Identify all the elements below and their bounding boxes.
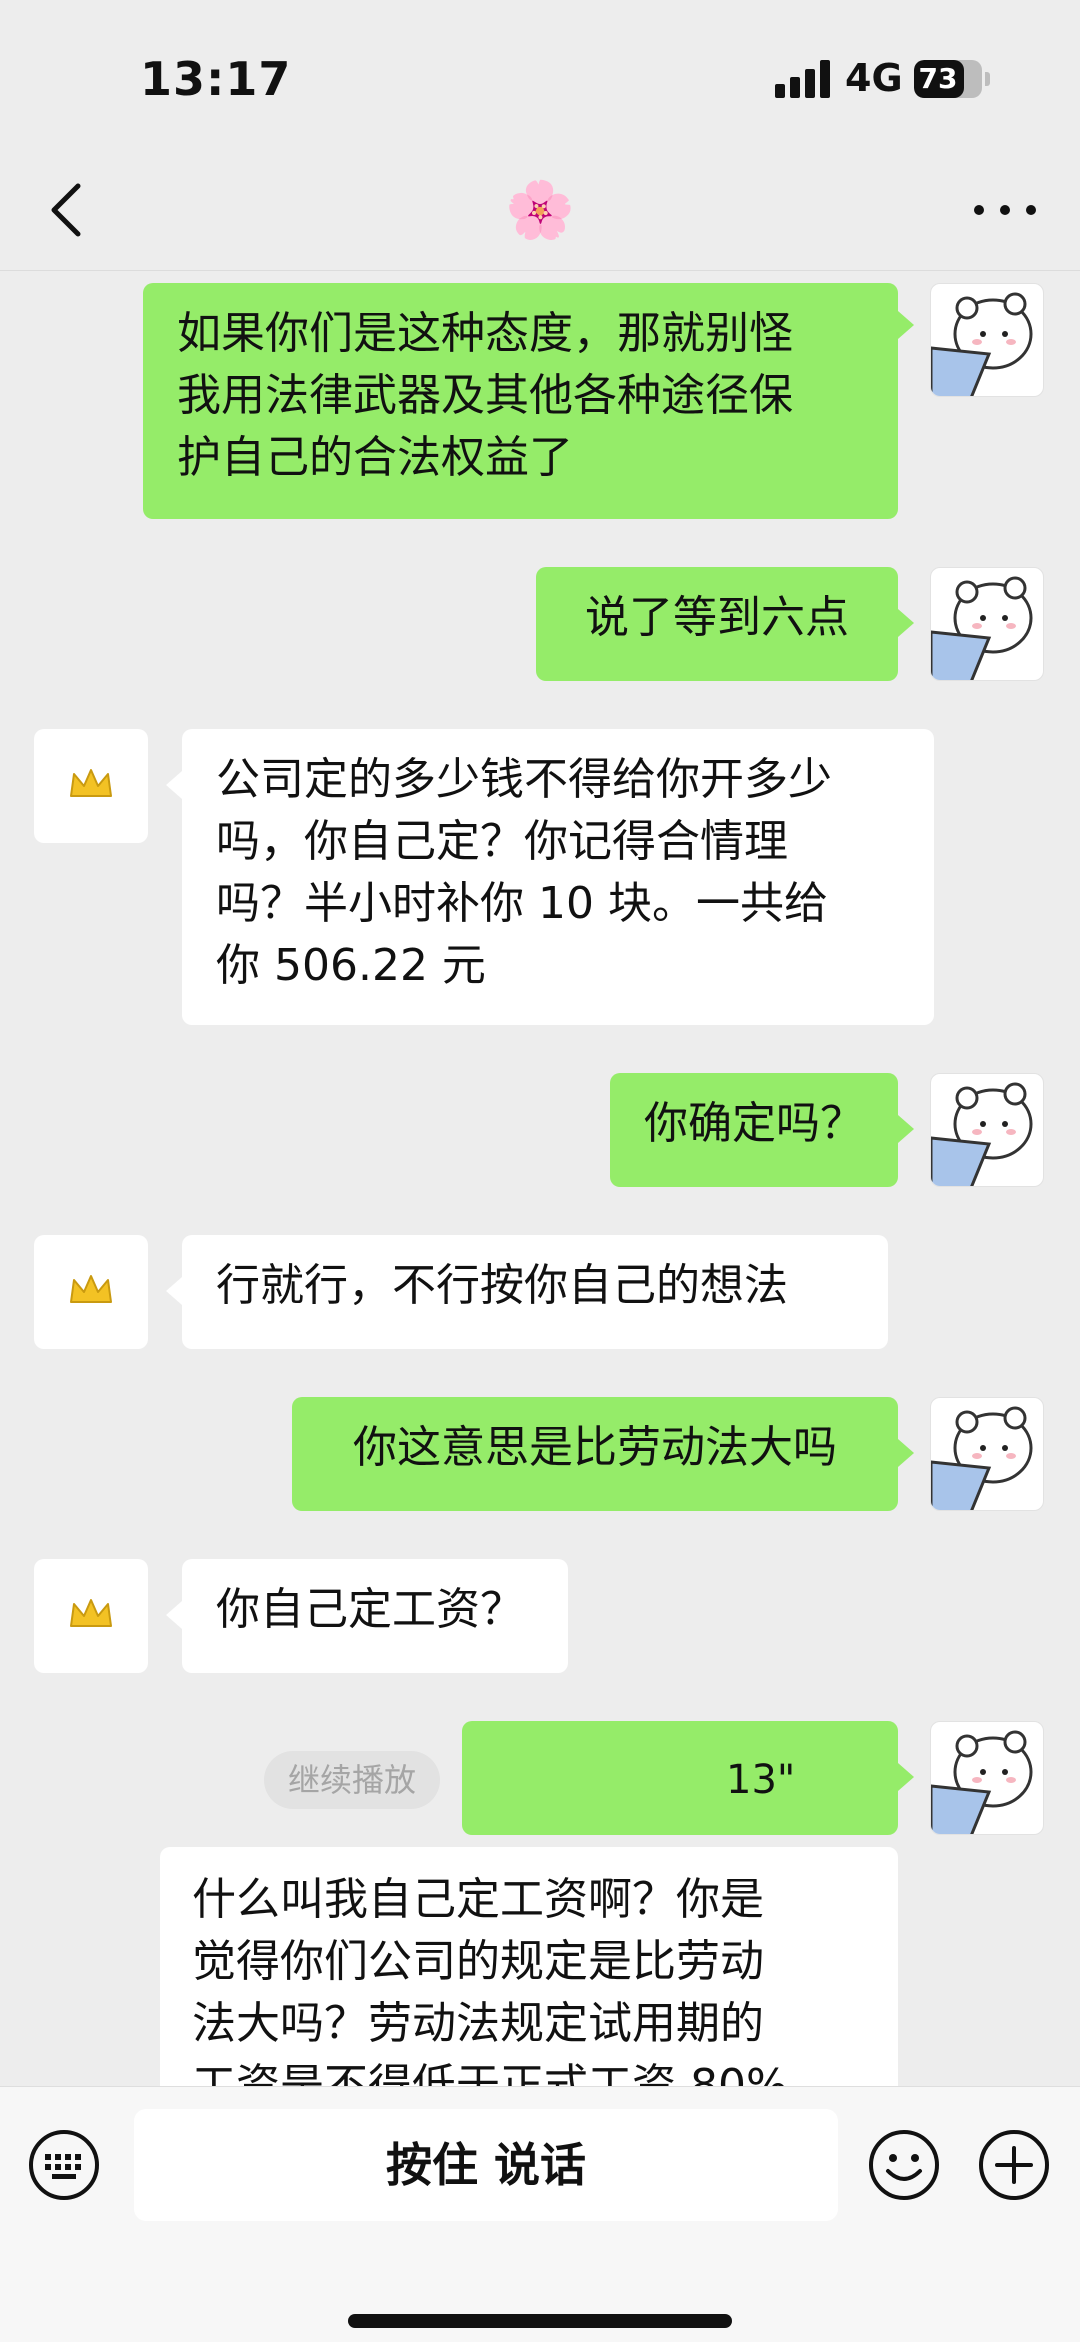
- message-list[interactable]: 如果你们是这种态度，那就别怪 我用法律武器及其他各种途径保 护自己的合法权益了 …: [0, 271, 1080, 2086]
- message-bubble-received[interactable]: 你自己定工资？: [182, 1559, 568, 1673]
- contact-avatar[interactable]: [34, 1559, 148, 1673]
- bubble-tail: [898, 1439, 914, 1467]
- my-avatar[interactable]: [930, 567, 1044, 681]
- status-time: 13:17: [140, 52, 292, 106]
- message-bubble-received[interactable]: 行就行，不行按你自己的想法: [182, 1235, 888, 1349]
- crown-icon: [68, 766, 114, 806]
- back-arrow-icon[interactable]: [44, 180, 94, 240]
- status-bar: 13:17 4G 73: [0, 0, 1080, 150]
- hold-to-talk-button[interactable]: 按住 说话: [134, 2109, 838, 2221]
- contact-avatar[interactable]: [34, 729, 148, 843]
- crown-icon: [68, 1596, 114, 1636]
- home-indicator: [348, 2314, 732, 2328]
- voice-transcript-bubble[interactable]: 什么叫我自己定工资啊？你是 觉得你们公司的规定是比劳动 法大吗？劳动法规定试用期…: [160, 1847, 898, 2086]
- voice-duration: 13": [726, 1757, 796, 1803]
- emoji-icon[interactable]: [868, 2129, 940, 2201]
- more-icon[interactable]: [970, 190, 1040, 230]
- plus-icon[interactable]: [978, 2129, 1050, 2201]
- message-bubble-sent[interactable]: 你确定吗？: [610, 1073, 898, 1187]
- bubble-tail: [898, 1763, 914, 1791]
- bubble-tail: [166, 1601, 182, 1629]
- message-bubble-received[interactable]: 公司定的多少钱不得给你开多少 吗，你自己定？你记得合情理 吗？半小时补你 10 …: [182, 729, 934, 1025]
- bubble-tail: [898, 1115, 914, 1143]
- message-bubble-sent[interactable]: 你这意思是比劳动法大吗: [292, 1397, 898, 1511]
- continue-playing-button[interactable]: 继续播放: [264, 1751, 440, 1809]
- bubble-tail: [166, 771, 182, 799]
- my-avatar[interactable]: [930, 1073, 1044, 1187]
- message-bubble-sent[interactable]: 如果你们是这种态度，那就别怪 我用法律武器及其他各种途径保 护自己的合法权益了: [143, 283, 898, 519]
- battery-tip: [985, 72, 990, 86]
- chat-header: 🌸: [0, 150, 1080, 271]
- my-avatar[interactable]: [930, 1397, 1044, 1511]
- battery-percent: 73: [918, 62, 958, 95]
- network-type: 4G: [845, 56, 903, 100]
- keyboard-icon[interactable]: [28, 2129, 100, 2201]
- battery-icon: 73: [914, 60, 982, 98]
- my-avatar[interactable]: [930, 1721, 1044, 1835]
- contact-avatar[interactable]: [34, 1235, 148, 1349]
- chat-title[interactable]: 🌸: [500, 176, 580, 246]
- voice-message-bubble[interactable]: 13": [462, 1721, 898, 1927]
- input-bar: 按住 说话: [0, 2086, 1080, 2342]
- signal-icon: [775, 60, 831, 98]
- bubble-tail: [166, 1277, 182, 1305]
- message-bubble-sent[interactable]: 说了等到六点: [536, 567, 898, 681]
- bubble-tail: [898, 311, 914, 339]
- bubble-tail: [898, 609, 914, 637]
- my-avatar[interactable]: [930, 283, 1044, 397]
- crown-icon: [68, 1272, 114, 1312]
